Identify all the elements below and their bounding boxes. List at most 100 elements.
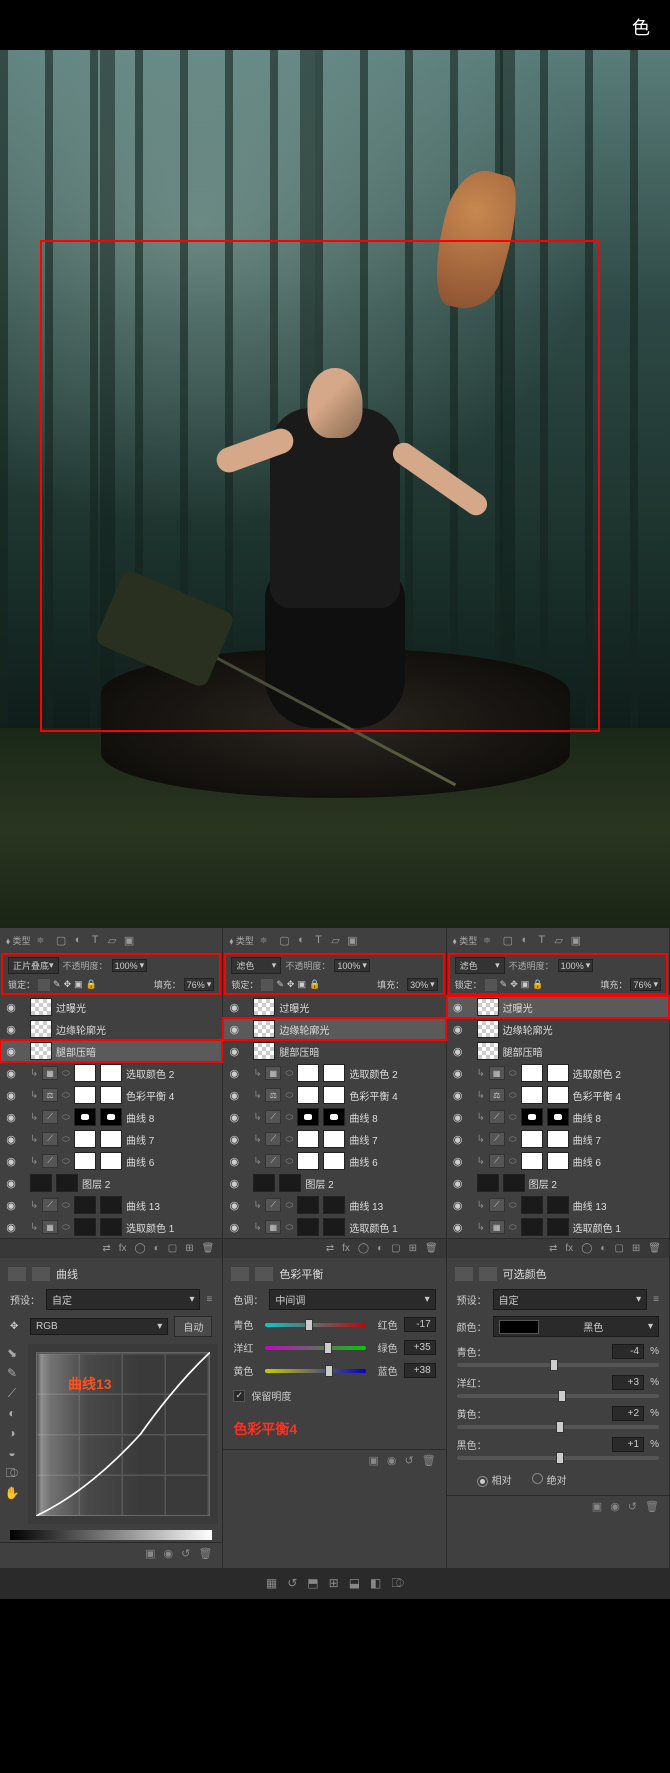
layer-row[interactable]: ◉ ↳ ▦⬭ 选取颜色 2 <box>0 1062 222 1084</box>
cb-slider[interactable] <box>265 1369 365 1373</box>
layer-row[interactable]: ◉ ↳ ⚖⬭ 色彩平衡 4 <box>223 1084 445 1106</box>
layer-thumb[interactable] <box>521 1218 543 1236</box>
layer-thumb[interactable] <box>521 1086 543 1104</box>
slider-value[interactable]: -4 <box>612 1344 644 1359</box>
layer-row[interactable]: ◉ ↳ ⟋⬭ 曲线 6 <box>0 1150 222 1172</box>
trash-icon[interactable]: 🗑 <box>198 1547 212 1560</box>
layer-row[interactable]: ◉ ↳ ⟋⬭ 曲线 8 <box>447 1106 669 1128</box>
blend-mode-select[interactable]: 正片叠底▾ <box>8 957 59 974</box>
adj-new-icon[interactable]: ◐ <box>154 1243 160 1254</box>
layer-mask-thumb[interactable] <box>323 1152 345 1170</box>
sc-slider[interactable] <box>457 1425 659 1429</box>
fill-value[interactable]: 76%▾ <box>630 978 661 991</box>
new-layer-icon[interactable]: ⊞ <box>632 1243 640 1254</box>
adj-new-icon[interactable]: ◐ <box>600 1243 606 1254</box>
visibility-toggle[interactable]: ◉ <box>451 1044 465 1058</box>
fx-icon[interactable]: fx <box>565 1243 573 1254</box>
visibility-toggle[interactable]: ◉ <box>451 1088 465 1102</box>
layer-name[interactable]: 过曝光 <box>503 1000 665 1015</box>
layer-row[interactable]: ◉ ↳ ⟋⬭ 曲线 6 <box>447 1150 669 1172</box>
layer-mask-thumb[interactable] <box>100 1218 122 1236</box>
reset-icon[interactable]: ↺ <box>628 1500 637 1513</box>
visibility-toggle[interactable]: ◉ <box>451 1154 465 1168</box>
visibility-toggle[interactable]: ◉ <box>451 1198 465 1212</box>
visibility-toggle[interactable]: ◉ <box>4 1088 18 1102</box>
sc-slider[interactable] <box>457 1456 659 1460</box>
layer-row[interactable]: ◉ 图层 2 <box>447 1172 669 1194</box>
tone-select[interactable]: 中间调▾ <box>269 1289 435 1310</box>
slider-value[interactable]: +1 <box>612 1437 644 1452</box>
mask-icon[interactable]: ◯ <box>135 1243 146 1254</box>
layer-row[interactable]: ◉ ↳ ⟋⬭ 曲线 8 <box>223 1106 445 1128</box>
lock-paint-icon[interactable]: ✎ <box>500 979 508 990</box>
sc-slider[interactable] <box>457 1363 659 1367</box>
layer-thumb[interactable] <box>521 1152 543 1170</box>
layer-name[interactable]: 曲线 13 <box>126 1198 218 1213</box>
layer-row[interactable]: ◉ 边缘轮廓光 <box>0 1018 222 1040</box>
layer-row[interactable]: ◉ 图层 2 <box>0 1172 222 1194</box>
lock-pos-icon[interactable]: ✥ <box>287 979 295 990</box>
new-layer-icon[interactable]: ⊞ <box>409 1243 417 1254</box>
view-prev-icon[interactable]: ◉ <box>610 1500 620 1513</box>
layer-row[interactable]: ◉ ↳ ⟋⬭ 曲线 13 <box>0 1194 222 1216</box>
layer-thumb[interactable] <box>297 1086 319 1104</box>
visibility-toggle[interactable]: ◉ <box>227 1176 241 1190</box>
layer-thumb[interactable] <box>74 1130 96 1148</box>
layer-thumb[interactable] <box>297 1108 319 1126</box>
layer-mask-thumb[interactable] <box>100 1064 122 1082</box>
eyedrop-gray-icon[interactable]: ◑ <box>2 1424 22 1442</box>
layer-row[interactable]: ◉ 过曝光 <box>0 996 222 1018</box>
layer-mask-thumb[interactable] <box>323 1130 345 1148</box>
filter-shape-icon[interactable]: ▱ <box>552 933 566 947</box>
layer-thumb[interactable] <box>297 1130 319 1148</box>
layer-thumb[interactable] <box>477 1174 499 1192</box>
layer-row[interactable]: ◉ ↳ ⟋⬭ 曲线 7 <box>447 1128 669 1150</box>
visibility-toggle[interactable]: ◉ <box>451 1176 465 1190</box>
layer-mask-thumb[interactable] <box>547 1218 569 1236</box>
lock-all-icon[interactable]: 🔒 <box>86 979 97 990</box>
layer-mask-thumb[interactable] <box>56 1174 78 1192</box>
sampler-icon[interactable]: ✥ <box>10 1321 24 1332</box>
blend-mode-select[interactable]: 滤色▾ <box>455 957 505 974</box>
footer-icon[interactable]: ⎄ <box>391 1576 404 1591</box>
layer-mask-thumb[interactable] <box>323 1064 345 1082</box>
layer-name[interactable]: 选取颜色 2 <box>573 1066 665 1081</box>
filter-pixel-icon[interactable]: ▢ <box>54 933 68 947</box>
slider-value[interactable]: -17 <box>404 1317 436 1332</box>
hand-icon[interactable]: ✋ <box>2 1484 22 1502</box>
output-gradient[interactable] <box>10 1530 212 1540</box>
layer-row[interactable]: ◉ 边缘轮廓光 <box>447 1018 669 1040</box>
layer-name[interactable]: 色彩平衡 4 <box>573 1088 665 1103</box>
visibility-toggle[interactable]: ◉ <box>451 1000 465 1014</box>
layer-name[interactable]: 曲线 7 <box>349 1132 441 1147</box>
visibility-toggle[interactable]: ◉ <box>227 1198 241 1212</box>
layer-thumb[interactable] <box>74 1108 96 1126</box>
clip-to-layer-icon[interactable]: ▣ <box>368 1454 378 1467</box>
layer-name[interactable]: 曲线 13 <box>573 1198 665 1213</box>
layer-mask-thumb[interactable] <box>100 1108 122 1126</box>
layer-mask-thumb[interactable] <box>323 1086 345 1104</box>
layer-row[interactable]: ◉ ↳ ▦⬭ 选取颜色 2 <box>447 1062 669 1084</box>
curves-preset-select[interactable]: 自定▾ <box>46 1289 200 1310</box>
preserve-lum-checkbox[interactable] <box>233 1390 245 1402</box>
blend-mode-select[interactable]: 滤色▾ <box>231 957 281 974</box>
clip-to-layer-icon[interactable]: ▣ <box>592 1500 602 1513</box>
group-icon[interactable]: ▢ <box>168 1243 177 1254</box>
point-tool-icon[interactable]: ⬊ <box>2 1344 22 1362</box>
filter-smart-icon[interactable]: ▣ <box>569 933 583 947</box>
layer-row[interactable]: ◉ 边缘轮廓光 <box>223 1018 445 1040</box>
layer-name[interactable]: 图层 2 <box>82 1176 218 1191</box>
footer-icon[interactable]: ⬒ <box>307 1576 318 1591</box>
layer-name[interactable]: 曲线 7 <box>573 1132 665 1147</box>
slider-value[interactable]: +2 <box>612 1406 644 1421</box>
layer-row[interactable]: ◉ 腿部压暗 <box>0 1040 222 1062</box>
fill-value[interactable]: 76%▾ <box>184 978 215 991</box>
delete-icon[interactable]: 🗑 <box>425 1243 438 1254</box>
layer-name[interactable]: 腿部压暗 <box>279 1044 441 1059</box>
layer-mask-thumb[interactable] <box>323 1218 345 1236</box>
visibility-toggle[interactable]: ◉ <box>227 1066 241 1080</box>
layer-mask-thumb[interactable] <box>323 1108 345 1126</box>
layer-name[interactable]: 过曝光 <box>279 1000 441 1015</box>
view-prev-icon[interactable]: ◉ <box>164 1547 174 1560</box>
layer-name[interactable]: 曲线 6 <box>573 1154 665 1169</box>
